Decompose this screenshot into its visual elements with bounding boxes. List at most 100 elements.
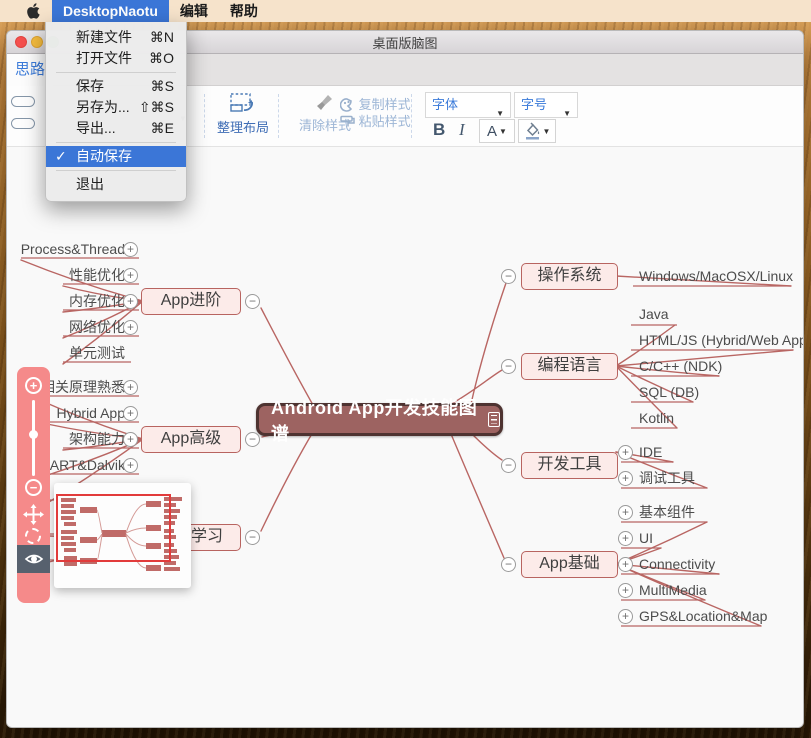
mindmap-branch-node[interactable]: App高级 (141, 426, 241, 453)
menubar-item-app[interactable]: DesktopNaotu (52, 0, 169, 22)
expand-expander[interactable]: + (618, 583, 633, 598)
mindmap-leaf[interactable]: 调试工具 (639, 468, 695, 488)
mindmap-leaf[interactable]: SQL (DB) (639, 382, 699, 402)
menu-separator (56, 170, 176, 171)
font-family-select[interactable]: 字体 ▼ (425, 92, 511, 118)
collapse-expander[interactable]: − (245, 530, 260, 545)
collapse-expander[interactable]: − (501, 359, 516, 374)
expand-expander[interactable]: + (618, 531, 633, 546)
mindmap-leaf[interactable]: ART&Dalvik (50, 455, 125, 475)
font-size-select[interactable]: 字号 ▼ (514, 92, 578, 118)
insert-child-node-icon[interactable] (11, 118, 35, 129)
zoom-in-button[interactable]: + (25, 377, 42, 394)
mindmap-leaf[interactable]: 性能优化 (69, 265, 125, 285)
collapse-expander[interactable]: − (245, 294, 260, 309)
menu-item-export[interactable]: 导出... ⌘E (46, 118, 186, 139)
mindmap-leaf[interactable]: 单元测试 (69, 343, 125, 363)
insert-sibling-node-icon[interactable] (11, 96, 35, 107)
expand-expander[interactable]: + (123, 432, 138, 447)
mindmap-leaf[interactable]: 基本组件 (639, 502, 695, 522)
menu-item-quit[interactable]: 退出 (46, 174, 186, 195)
expand-expander[interactable]: + (618, 471, 633, 486)
collapse-expander[interactable]: − (501, 269, 516, 284)
menubar-item-help[interactable]: 帮助 (219, 0, 269, 22)
menu-item-save[interactable]: 保存 ⌘S (46, 76, 186, 97)
mindmap-leaf[interactable]: 架构能力 (69, 429, 125, 449)
expand-expander[interactable]: + (618, 445, 633, 460)
zoom-out-button[interactable]: − (25, 479, 42, 496)
menu-separator (56, 72, 176, 73)
expand-expander[interactable]: + (123, 320, 138, 335)
mindmap-leaf[interactable]: Windows/MacOSX/Linux (639, 266, 793, 286)
expand-expander[interactable]: + (123, 458, 138, 473)
expand-expander[interactable]: + (123, 380, 138, 395)
menu-item-save-as[interactable]: 另存为... ⇧⌘S (46, 97, 186, 118)
minimap[interactable] (54, 483, 191, 588)
mindmap-leaf[interactable]: Process&Thread (21, 239, 125, 259)
mindmap-leaf[interactable]: Connectivity (639, 554, 715, 574)
zoom-slider-thumb[interactable] (29, 430, 38, 439)
mindmap-leaf[interactable]: Hybrid App (57, 403, 125, 423)
desktop: DesktopNaotu 编辑 帮助 新建文件 ⌘N 打开文件 ⌘O 保存 ⌘S… (0, 0, 811, 738)
mindmap-branch-node[interactable]: 编程语言 (521, 353, 618, 380)
mindmap-leaf[interactable]: MultiMedia (639, 580, 707, 600)
expand-expander[interactable]: + (123, 268, 138, 283)
mindmap-leaf[interactable]: C/C++ (NDK) (639, 356, 722, 376)
file-menu: 新建文件 ⌘N 打开文件 ⌘O 保存 ⌘S 另存为... ⇧⌘S 导出... ⌘… (45, 22, 187, 202)
mindmap-leaf[interactable]: GPS&Location&Map (639, 606, 767, 626)
shortcut: ⌘E (151, 118, 174, 139)
mindmap-canvas[interactable]: Android App开发技能图谱 App进阶 App高级 扩展学习 操作系统 … (7, 147, 804, 728)
minimize-button[interactable] (31, 36, 43, 48)
expand-expander[interactable]: + (123, 242, 138, 257)
locate-root-icon[interactable] (25, 528, 41, 544)
collapse-expander[interactable]: − (245, 432, 260, 447)
close-button[interactable] (15, 36, 27, 48)
mindmap-branch-node[interactable]: App进阶 (141, 288, 241, 315)
menu-item-new-file[interactable]: 新建文件 ⌘N (46, 27, 186, 48)
note-icon[interactable] (488, 412, 500, 427)
collapse-expander[interactable]: − (501, 458, 516, 473)
mindmap-root-node[interactable]: Android App开发技能图谱 (256, 403, 503, 436)
font-color-button[interactable]: A ▼ (479, 119, 515, 143)
toggle-minimap-button[interactable] (17, 545, 50, 573)
mindmap-leaf[interactable]: 内存优化 (69, 291, 125, 311)
expand-expander[interactable]: + (618, 557, 633, 572)
chevron-down-icon: ▼ (563, 102, 571, 126)
mindmap-leaf[interactable]: IDE (639, 442, 662, 462)
italic-button[interactable]: I (459, 120, 465, 140)
paste-style-button[interactable]: 粘贴样式 (340, 111, 411, 130)
mindmap-leaf[interactable]: HTML/JS (Hybrid/Web App) (639, 330, 804, 350)
mindmap-leaf[interactable]: 网络优化 (69, 317, 125, 337)
checkmark-icon: ✓ (55, 146, 67, 167)
arrange-layout-button[interactable]: 整理布局 (210, 92, 276, 136)
eye-icon (24, 551, 44, 567)
mindmap-leaf[interactable]: Kotlin (639, 408, 674, 428)
move-icon (23, 504, 44, 525)
expand-expander[interactable]: + (618, 505, 633, 520)
menu-item-autosave[interactable]: ✓ 自动保存 (46, 146, 186, 167)
toolbar-separator (204, 94, 205, 138)
expand-expander[interactable]: + (123, 294, 138, 309)
mindmap-branch-node[interactable]: App基础 (521, 551, 618, 578)
mindmap-leaf[interactable]: Java (639, 304, 669, 324)
mindmap-leaf[interactable]: UI (639, 528, 653, 548)
shortcut: ⌘S (151, 76, 174, 97)
mindmap-branch-node[interactable]: 开发工具 (521, 452, 618, 479)
apple-menu[interactable] (14, 0, 52, 22)
window-title: 桌面版脑图 (372, 33, 437, 52)
palette-icon (340, 98, 355, 112)
menu-separator (56, 142, 176, 143)
root-node-label: Android App开发技能图谱 (259, 394, 479, 446)
toolbar-separator (278, 94, 279, 138)
bold-button[interactable]: B (433, 120, 445, 140)
apple-logo-icon (26, 3, 40, 19)
fill-color-button[interactable]: ▼ (518, 119, 556, 143)
mindmap-branch-node[interactable]: 操作系统 (521, 263, 618, 290)
expand-expander[interactable]: + (618, 609, 633, 624)
pan-mode-button[interactable] (23, 504, 44, 530)
menu-item-open-file[interactable]: 打开文件 ⌘O (46, 48, 186, 69)
mindmap-leaf[interactable]: 相关原理熟悉 (41, 377, 125, 397)
menubar-item-edit[interactable]: 编辑 (169, 0, 219, 22)
expand-expander[interactable]: + (123, 406, 138, 421)
collapse-expander[interactable]: − (501, 557, 516, 572)
